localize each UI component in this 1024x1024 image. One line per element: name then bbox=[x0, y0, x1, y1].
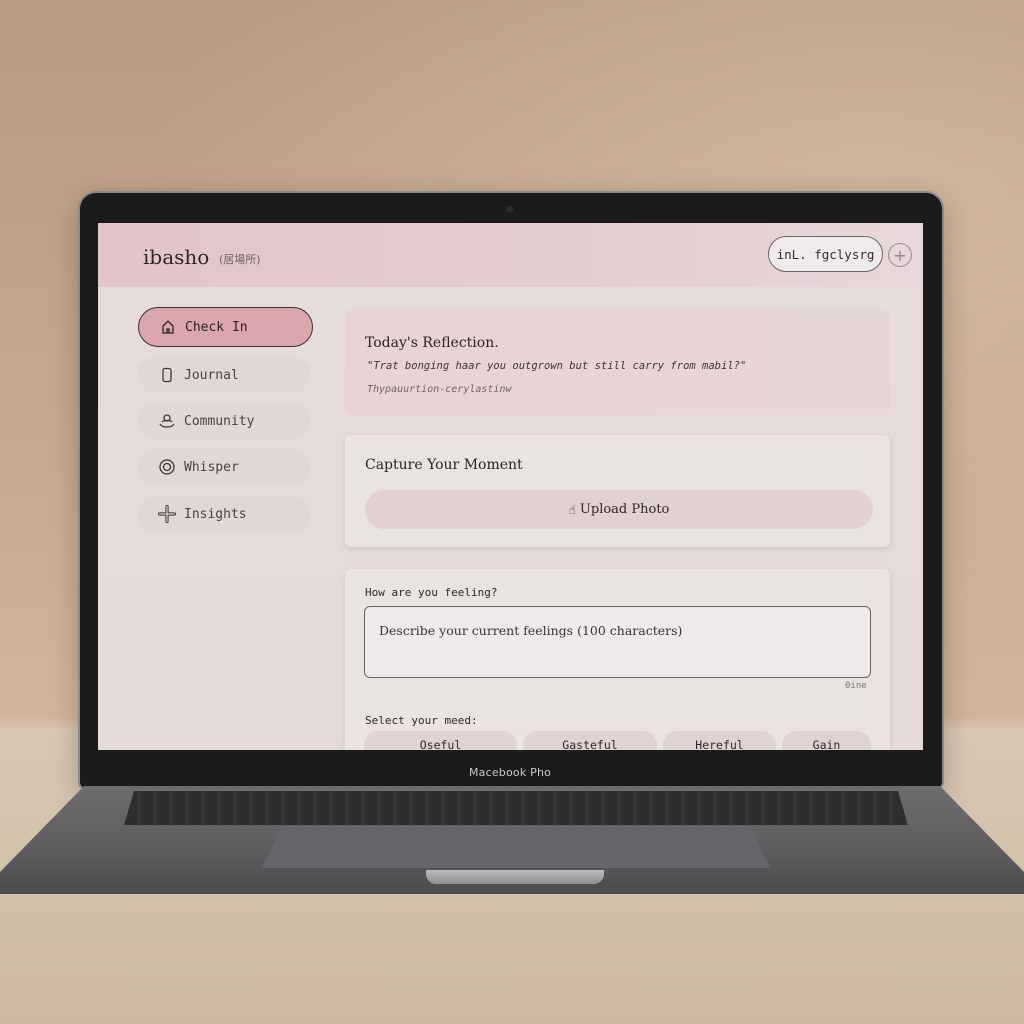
mood-label: Select your meed: bbox=[365, 714, 478, 727]
sparkle-icon bbox=[158, 505, 176, 523]
feeling-card: How are you feeling? Describe your curre… bbox=[345, 569, 890, 750]
mood-chip[interactable]: Gain bbox=[782, 731, 871, 750]
community-icon bbox=[158, 412, 176, 430]
character-counter: 0ine bbox=[845, 681, 867, 691]
sidebar-item-journal[interactable]: Journal bbox=[138, 357, 310, 393]
sidebar-item-insights[interactable]: Insights bbox=[138, 496, 310, 532]
mood-chip[interactable]: Hereful bbox=[663, 731, 776, 750]
laptop-screen: ibasho (居場所) inL. fgclysrg + Check In Jo… bbox=[98, 223, 923, 750]
webcam bbox=[507, 206, 513, 212]
upload-photo-button[interactable]: ☝ Upload Photo bbox=[365, 490, 873, 529]
device-label: Macebook Pho bbox=[468, 766, 552, 779]
upload-photo-label: Upload Photo bbox=[579, 502, 670, 517]
reflection-quote: "Trat bonging haar you outgrown but stil… bbox=[367, 360, 747, 372]
app-logo-subtitle: (居場所) bbox=[219, 253, 261, 266]
home-icon bbox=[159, 318, 177, 336]
keyboard bbox=[124, 791, 908, 825]
language-button[interactable]: inL. fgclysrg bbox=[768, 236, 883, 272]
sidebar-item-label: Whisper bbox=[184, 459, 239, 475]
sidebar-item-label: Community bbox=[184, 413, 255, 429]
mood-chip[interactable]: Oseful bbox=[364, 731, 517, 750]
phone-icon bbox=[158, 366, 176, 384]
hand-pointer-icon: ☝ bbox=[568, 502, 576, 517]
trackpad bbox=[262, 826, 770, 868]
add-button[interactable]: + bbox=[888, 243, 912, 267]
lid-notch bbox=[426, 870, 604, 884]
app-logo: ibasho bbox=[143, 245, 210, 269]
capture-card: Capture Your Moment ☝ Upload Photo bbox=[345, 435, 890, 547]
sidebar-item-label: Journal bbox=[184, 367, 239, 383]
reflection-card: Today's Reflection. "Trat bonging haar y… bbox=[345, 309, 890, 415]
feeling-input[interactable]: Describe your current feelings (100 char… bbox=[364, 606, 871, 678]
capture-title: Capture Your Moment bbox=[365, 457, 523, 473]
sidebar-item-community[interactable]: Community bbox=[138, 403, 310, 439]
mood-chip[interactable]: Gasteful bbox=[523, 731, 657, 750]
sidebar-item-label: Insights bbox=[184, 506, 247, 522]
sidebar-item-label: Check In bbox=[185, 319, 248, 335]
whisper-icon bbox=[158, 458, 176, 476]
reflection-title: Today's Reflection. bbox=[365, 335, 499, 351]
feeling-question: How are you feeling? bbox=[365, 586, 498, 599]
app-header: ibasho (居場所) inL. fgclysrg + bbox=[98, 223, 923, 287]
sidebar-item-whisper[interactable]: Whisper bbox=[138, 449, 310, 485]
reflection-source: Thypauurtion-cerylastinw bbox=[367, 384, 512, 395]
sidebar-item-check-in[interactable]: Check In bbox=[138, 307, 313, 347]
